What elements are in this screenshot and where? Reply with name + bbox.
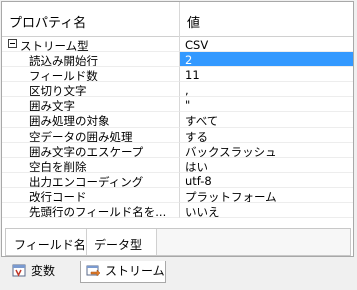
property-row-empty-quote[interactable]: 空データの囲み処理 する [2,127,353,143]
property-name-cell[interactable]: 改行コード [2,187,180,204]
property-name-cell[interactable]: 先頭行のフィールド名を... [2,203,180,219]
property-grid: ストリーム型 CSV 読込み開始行 2 フィールド数 11 区切り文字 , 囲み… [2,37,353,219]
property-row-delimiter[interactable]: 区切り文字 , [2,82,353,98]
column-header-field-name[interactable]: フィールド名 [14,236,86,253]
property-value-cell[interactable]: " [180,97,353,113]
property-value-cell[interactable]: utf-8 [180,173,353,188]
fields-table-empty-area [157,229,350,255]
property-row-newline-code[interactable]: 改行コード プラットフォーム [2,187,353,204]
collapse-icon[interactable] [8,39,17,48]
property-row-output-encoding[interactable]: 出力エンコーディング utf-8 [2,172,353,188]
property-value-cell[interactable]: 11 [180,67,353,83]
column-header-property-name[interactable]: プロパティ名 [9,12,86,31]
property-name-cell[interactable]: 囲み文字 [2,97,180,113]
property-name-cell[interactable]: 囲み処理の対象 [2,112,180,128]
fields-table[interactable]: フィールド名 データ型 [5,228,351,256]
property-row-header-field-names[interactable]: 先頭行のフィールド名を... いいえ [2,203,353,219]
property-value-cell[interactable]: すべて [180,112,353,128]
property-value-cell[interactable]: , [180,82,353,98]
property-name-cell[interactable]: 区切り文字 [2,82,180,98]
property-row-stream-type[interactable]: ストリーム型 CSV [2,37,353,53]
property-row-quote-target[interactable]: 囲み処理の対象 すべて [2,112,353,128]
property-name-cell[interactable]: フィールド数 [2,67,180,83]
property-name-cell[interactable]: 囲み文字のエスケープ [2,142,180,158]
column-header-data-type[interactable]: データ型 [94,236,142,253]
property-row-field-count[interactable]: フィールド数 11 [2,67,353,83]
property-name-cell[interactable]: ストリーム型 [2,37,180,53]
property-value-cell[interactable]: プラットフォーム [180,188,353,204]
tab-variables[interactable]: 変数 [7,261,77,283]
property-panel: プロパティ名 値 ストリーム型 CSV 読込み開始行 2 フィールド数 11 区… [1,1,354,257]
tab-variables-label: 変数 [31,264,56,278]
property-value-cell-selected[interactable]: 2 [180,52,353,68]
column-header-value[interactable]: 値 [187,12,200,31]
property-row-quote-char[interactable]: 囲み文字 " [2,97,353,113]
property-row-start-line[interactable]: 読込み開始行 2 [2,52,353,68]
property-value-cell[interactable]: はい [180,158,353,173]
property-name-cell[interactable]: 出力エンコーディング [2,172,180,188]
property-grid-header: プロパティ名 値 [2,2,353,37]
variables-icon [12,264,26,277]
property-row-quote-escape[interactable]: 囲み文字のエスケープ バックスラッシュ [2,142,353,158]
property-name-cell[interactable]: 空白を削除 [2,157,180,173]
column-separator[interactable] [86,229,87,255]
tab-stream-label: ストリーム [105,264,165,278]
property-value-cell[interactable]: CSV [180,37,353,53]
property-name-cell[interactable]: 読込み開始行 [2,52,180,68]
property-value-cell[interactable]: する [180,128,353,143]
property-value-cell[interactable]: バックスラッシュ [180,143,353,158]
tab-stream[interactable]: ストリーム [80,261,166,283]
property-row-trim-space[interactable]: 空白を削除 はい [2,157,353,173]
column-separator[interactable] [179,2,180,37]
property-name-cell[interactable]: 空データの囲み処理 [2,127,180,143]
stream-icon [86,265,101,277]
bottom-tab-bar: 変数 ストリーム [0,257,357,290]
property-value-cell[interactable]: いいえ [180,203,353,219]
